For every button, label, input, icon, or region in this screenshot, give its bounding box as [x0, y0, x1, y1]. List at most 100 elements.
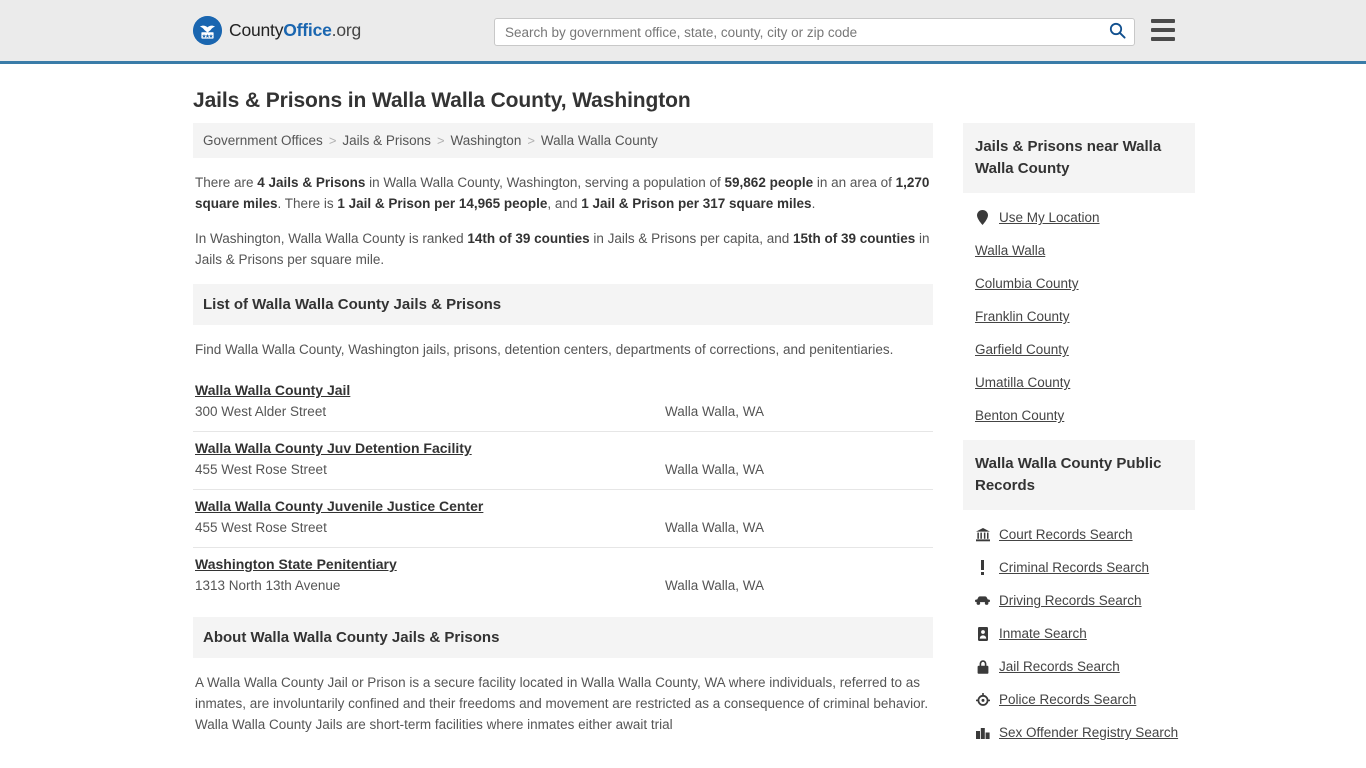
- facility-address: 300 West Alder Street: [195, 404, 327, 419]
- sidebar-link-label[interactable]: Benton County: [975, 408, 1064, 423]
- stat-per-area: 1 Jail & Prison per 317 square miles: [581, 196, 812, 211]
- page-title: Jails & Prisons in Walla Walla County, W…: [193, 89, 691, 112]
- about-section-body: A Walla Walla County Jail or Prison is a…: [195, 675, 929, 732]
- sidebar-item-walla-walla[interactable]: Walla Walla: [963, 234, 1195, 267]
- breadcrumb-item-washington[interactable]: Washington: [451, 133, 522, 148]
- sidebar-item-sex-offender-registry-search[interactable]: Sex Offender Registry Search: [963, 716, 1195, 749]
- facility-city: Walla Walla, WA: [665, 462, 765, 477]
- sidebar-link-label[interactable]: Police Records Search: [999, 692, 1136, 707]
- sidebar-link-label[interactable]: Driving Records Search: [999, 593, 1142, 608]
- lock-icon: [975, 659, 990, 674]
- facility-detail-line: 300 West Alder Street Walla Walla, WA: [195, 404, 931, 419]
- sidebar-link-label[interactable]: Criminal Records Search: [999, 560, 1149, 575]
- id-badge-icon: [975, 626, 990, 641]
- search-icon: [1109, 22, 1126, 42]
- facility-address: 1313 North 13th Avenue: [195, 578, 341, 593]
- stat-rank-per-sq-mile: 15th of 39 counties: [793, 231, 916, 246]
- stat-facility-count: 4 Jails & Prisons: [257, 175, 366, 190]
- breadcrumb-separator-icon: >: [436, 133, 445, 148]
- logo-text-office: Office: [283, 20, 332, 40]
- sidebar-link-label[interactable]: Walla Walla: [975, 243, 1045, 258]
- facility-city: Walla Walla, WA: [665, 404, 765, 419]
- table-row: Walla Walla County Jail 300 West Alder S…: [193, 374, 933, 432]
- public-records-heading: Walla Walla County Public Records: [963, 440, 1195, 510]
- breadcrumb-separator-icon: >: [527, 133, 535, 148]
- table-row: Walla Walla County Juv Detention Facilit…: [193, 432, 933, 490]
- hamburger-bar: [1151, 37, 1175, 41]
- stat-population: 59,862 people: [724, 175, 814, 190]
- exclamation-icon: [975, 560, 990, 575]
- eagle-shield-logo-icon: [193, 16, 222, 45]
- logo-text-county: County: [229, 20, 284, 40]
- intro-text: in an area of: [813, 175, 896, 190]
- content-columns: Government Offices > Jails & Prisons > W…: [193, 123, 1195, 757]
- sidebar-link-label[interactable]: Use My Location: [999, 210, 1100, 225]
- search-button[interactable]: [1100, 19, 1134, 45]
- intro-text: In Washington, Walla Walla County is ran…: [195, 231, 468, 246]
- sidebar-link-label[interactable]: Court Records Search: [999, 527, 1133, 542]
- sidebar-item-franklin-county[interactable]: Franklin County: [963, 300, 1195, 333]
- list-section-description: Find Walla Walla County, Washington jail…: [195, 342, 894, 357]
- sidebar-link-label[interactable]: Sex Offender Registry Search: [999, 725, 1178, 740]
- sidebar-link-label[interactable]: Franklin County: [975, 309, 1070, 324]
- facility-name-link[interactable]: Washington State Penitentiary: [195, 556, 397, 572]
- sidebar-link-label[interactable]: Columbia County: [975, 276, 1079, 291]
- table-row: Walla Walla County Juvenile Justice Cent…: [193, 490, 933, 548]
- table-row: Washington State Penitentiary 1313 North…: [193, 548, 933, 605]
- facility-name-link[interactable]: Walla Walla County Juv Detention Facilit…: [195, 440, 472, 456]
- stat-rank-per-capita: 14th of 39 counties: [467, 231, 590, 246]
- intro-statistics: There are 4 Jails & Prisons in Walla Wal…: [193, 158, 933, 270]
- breadcrumb-item-current: Walla Walla County: [540, 133, 658, 148]
- facility-list: Walla Walla County Jail 300 West Alder S…: [193, 374, 933, 605]
- courthouse-icon: [975, 527, 990, 542]
- facility-address: 455 West Rose Street: [195, 462, 327, 477]
- sidebar-link-label[interactable]: Inmate Search: [999, 626, 1087, 641]
- sidebar-item-columbia-county[interactable]: Columbia County: [963, 267, 1195, 300]
- nearby-panel: Jails & Prisons near Walla Walla County …: [963, 123, 1195, 432]
- sidebar-item-driving-records-search[interactable]: Driving Records Search: [963, 584, 1195, 617]
- sidebar-item-jail-records-search[interactable]: Jail Records Search: [963, 650, 1195, 683]
- sidebar-link-label[interactable]: Garfield County: [975, 342, 1069, 357]
- facility-city: Walla Walla, WA: [665, 578, 765, 593]
- sidebar-item-court-records-search[interactable]: Court Records Search: [963, 518, 1195, 551]
- sidebar-item-inmate-search[interactable]: Inmate Search: [963, 617, 1195, 650]
- police-badge-icon: [975, 692, 990, 707]
- facility-address: 455 West Rose Street: [195, 520, 327, 535]
- stat-per-capita: 1 Jail & Prison per 14,965 people: [337, 196, 548, 211]
- sidebar: Jails & Prisons near Walla Walla County …: [963, 123, 1195, 757]
- site-header: CountyOffice.org: [0, 0, 1366, 64]
- site-logo[interactable]: CountyOffice.org: [193, 16, 361, 45]
- sidebar-link-label[interactable]: Umatilla County: [975, 375, 1070, 390]
- nearby-list: Use My Location Walla Walla Columbia Cou…: [963, 193, 1195, 432]
- sidebar-item-police-records-search[interactable]: Police Records Search: [963, 683, 1195, 716]
- facility-detail-line: 455 West Rose Street Walla Walla, WA: [195, 520, 931, 535]
- intro-text: in Walla Walla County, Washington, servi…: [365, 175, 725, 190]
- facility-name-link[interactable]: Walla Walla County Juvenile Justice Cent…: [195, 498, 483, 514]
- facility-name-link[interactable]: Walla Walla County Jail: [195, 382, 350, 398]
- intro-text: There are: [195, 175, 258, 190]
- logo-wordmark: CountyOffice.org: [229, 20, 361, 41]
- sidebar-item-benton-county[interactable]: Benton County: [963, 399, 1195, 432]
- breadcrumb-item-government-offices[interactable]: Government Offices: [203, 133, 323, 148]
- sidebar-item-umatilla-county[interactable]: Umatilla County: [963, 366, 1195, 399]
- page-container: Jails & Prisons in Walla Walla County, W…: [0, 64, 1366, 757]
- search-bar[interactable]: [494, 18, 1135, 46]
- sidebar-item-garfield-county[interactable]: Garfield County: [963, 333, 1195, 366]
- intro-text: in Jails & Prisons per capita, and: [589, 231, 794, 246]
- intro-paragraph-2: In Washington, Walla Walla County is ran…: [195, 228, 931, 270]
- intro-text: . There is: [277, 196, 338, 211]
- hamburger-bar: [1151, 28, 1175, 32]
- sidebar-link-label[interactable]: Jail Records Search: [999, 659, 1120, 674]
- logo-text-org: .org: [331, 20, 362, 40]
- breadcrumb-item-jails-prisons[interactable]: Jails & Prisons: [342, 133, 431, 148]
- map-pin-icon: [975, 210, 990, 225]
- facility-city: Walla Walla, WA: [665, 520, 765, 535]
- breadcrumb-separator-icon: >: [328, 133, 337, 148]
- sidebar-item-criminal-records-search[interactable]: Criminal Records Search: [963, 551, 1195, 584]
- sidebar-item-use-my-location[interactable]: Use My Location: [963, 201, 1195, 234]
- search-input[interactable]: [495, 24, 1100, 40]
- main-column: Government Offices > Jails & Prisons > W…: [193, 123, 933, 735]
- intro-text: .: [811, 196, 816, 211]
- public-records-list: Court Records Search Criminal Records Se…: [963, 510, 1195, 749]
- hamburger-menu-icon[interactable]: [1151, 19, 1175, 41]
